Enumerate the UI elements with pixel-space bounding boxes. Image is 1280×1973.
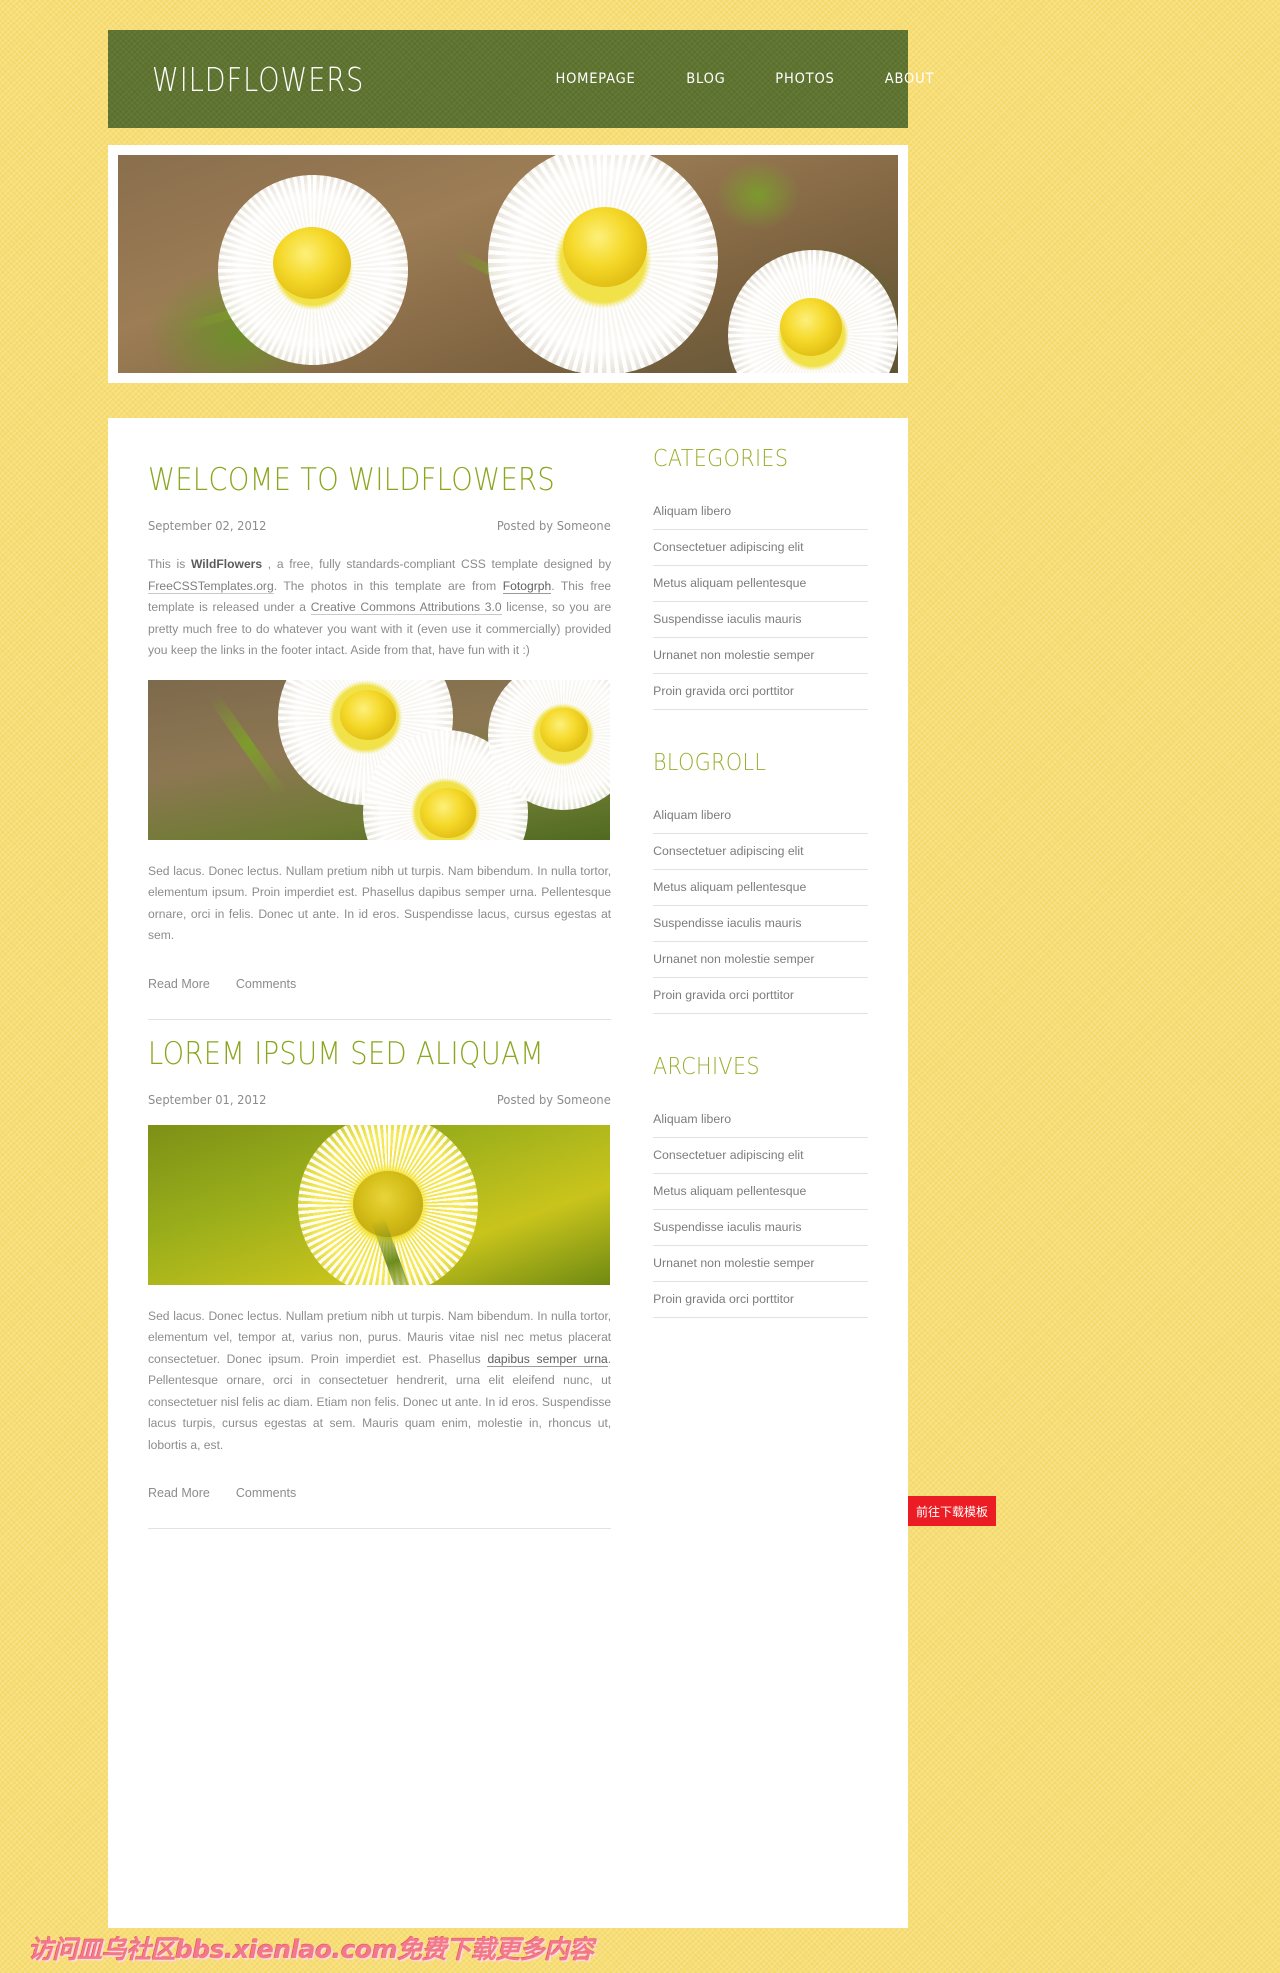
list-item: Aliquam libero [653,1102,868,1138]
comments-link[interactable]: Comments [236,1486,296,1500]
read-more-link[interactable]: Read More [148,1486,210,1500]
site-logo: WILDFLOWERS [152,59,365,99]
photo-b-flower-center [353,1170,423,1237]
sidebar-link[interactable]: Proin gravida orci porttitor [653,674,868,709]
list-item: Suspendisse iaculis mauris [653,602,868,638]
post-links: Read More Comments [148,977,611,1019]
banner-flower-left-center [273,227,351,299]
sidebar-title-blogroll: BLOGROLL [653,750,767,776]
photo-flower-right-center [540,707,588,752]
list-item: Consectetuer adipiscing elit [653,1138,868,1174]
comments-link[interactable]: Comments [236,977,296,991]
site-header: WILDFLOWERS HOMEPAGE BLOG PHOTOS ABOUT [108,30,933,128]
banner-frame [108,145,908,383]
sidebar-section-blogroll: BLOGROLL Aliquam libero Consectetuer adi… [653,750,868,1014]
intro-text-1: This is [148,557,191,571]
post-title[interactable]: LOREM IPSUM SED ALIQUAM [148,1036,556,1072]
sidebar-link[interactable]: Urnanet non molestie semper [653,638,868,673]
sidebar-title-categories: CATEGORIES [653,446,789,472]
sidebar-link[interactable]: Proin gravida orci porttitor [653,1282,868,1317]
sidebar-list-blogroll: Aliquam libero Consectetuer adipiscing e… [653,798,868,1014]
sidebar: CATEGORIES Aliquam libero Consectetuer a… [653,446,868,1529]
banner-image-daisies [118,155,898,373]
sidebar-link[interactable]: Aliquam libero [653,494,868,529]
list-item: Metus aliquam pellentesque [653,566,868,602]
sidebar-link[interactable]: Suspendisse iaculis mauris [653,906,868,941]
sidebar-list-archives: Aliquam libero Consectetuer adipiscing e… [653,1102,868,1318]
post-intro-paragraph: This is WildFlowers , a free, fully stan… [148,554,611,662]
post-title[interactable]: WELCOME TO WILDFLOWERS [148,462,556,498]
post-date: September 01, 2012 [148,1091,267,1107]
download-template-button[interactable]: 前往下载模板 [908,1496,996,1526]
link-fotogrph[interactable]: Fotogrph [502,578,552,594]
link-license[interactable]: Creative Commons Attributions 3.0 [310,600,502,615]
sidebar-link[interactable]: Urnanet non molestie semper [653,1246,868,1281]
sidebar-link[interactable]: Metus aliquam pellentesque [653,1174,868,1209]
post-photo-daisies [148,679,610,840]
post-lorem-ipsum: LOREM IPSUM SED ALIQUAM September 01, 20… [148,1036,611,1529]
sidebar-link[interactable]: Suspendisse iaculis mauris [653,1210,868,1245]
nav-item-homepage[interactable]: HOMEPAGE [536,71,656,87]
post-date: September 02, 2012 [148,518,267,533]
list-item: Urnanet non molestie semper [653,638,868,674]
list-item: Proin gravida orci porttitor [653,1282,868,1318]
banner-flower-right-center [780,298,842,356]
list-item: Consectetuer adipiscing elit [653,834,868,870]
site-watermark: 访问皿乌社区bbs.xienlao.com免费下载更多内容 [28,1935,594,1964]
post-photo-yellow-flower [148,1124,610,1285]
list-item: Aliquam libero [653,494,868,530]
intro-text-3: . The photos in this template are from [273,578,503,593]
read-more-link[interactable]: Read More [148,977,210,991]
sidebar-link[interactable]: Aliquam libero [653,1102,868,1137]
banner-flower-center-center [563,207,647,287]
list-item: Aliquam libero [653,798,868,834]
list-item: Consectetuer adipiscing elit [653,530,868,566]
content-panel: WELCOME TO WILDFLOWERS September 02, 201… [108,418,908,1928]
sidebar-link[interactable]: Consectetuer adipiscing elit [653,1138,868,1173]
list-item: Suspendisse iaculis mauris [653,1210,868,1246]
sidebar-link[interactable]: Consectetuer adipiscing elit [653,530,868,565]
post-welcome: WELCOME TO WILDFLOWERS September 02, 201… [148,462,611,1019]
sidebar-link[interactable]: Suspendisse iaculis mauris [653,602,868,637]
post-body-paragraph: Sed lacus. Donec lectus. Nullam pretium … [148,1306,611,1457]
sidebar-link[interactable]: Aliquam libero [653,798,868,833]
main-navigation: HOMEPAGE BLOG PHOTOS ABOUT [529,71,959,87]
post-links: Read More Comments [148,1486,611,1528]
sidebar-list-categories: Aliquam libero Consectetuer adipiscing e… [653,494,868,710]
post-meta: September 01, 2012 Posted by Someone [148,1092,611,1107]
list-item: Proin gravida orci porttitor [653,674,868,710]
sidebar-title-archives: ARCHIVES [653,1054,761,1080]
list-item: Suspendisse iaculis mauris [653,906,868,942]
nav-item-about[interactable]: ABOUT [865,71,954,87]
sidebar-link[interactable]: Proin gravida orci porttitor [653,978,868,1013]
intro-text-2: , a free, fully standards-compliant CSS … [262,557,612,571]
link-dapibus[interactable]: dapibus semper urna [487,1351,608,1367]
list-item: Urnanet non molestie semper [653,942,868,978]
sidebar-link[interactable]: Urnanet non molestie semper [653,942,868,977]
post-author: Posted by Someone [497,518,612,533]
posts-column: WELCOME TO WILDFLOWERS September 02, 201… [148,446,612,1529]
brand-name: WildFlowers [190,557,263,571]
post-body-paragraph: Sed lacus. Donec lectus. Nullam pretium … [148,863,612,943]
nav-item-blog[interactable]: BLOG [666,71,745,87]
post-author: Posted by Someone [497,1091,612,1107]
list-item: Proin gravida orci porttitor [653,978,868,1014]
photo-stem [208,692,288,799]
photo-flower-top-center [340,689,396,740]
list-item: Urnanet non molestie semper [653,1246,868,1282]
sidebar-section-categories: CATEGORIES Aliquam libero Consectetuer a… [653,446,868,710]
sidebar-link[interactable]: Metus aliquam pellentesque [653,870,868,905]
link-freecsstemplates[interactable]: FreeCSSTemplates.org [148,578,274,594]
nav-item-photos[interactable]: PHOTOS [755,71,854,87]
sidebar-section-archives: ARCHIVES Aliquam libero Consectetuer adi… [653,1054,868,1318]
post-divider [148,1018,612,1020]
post-divider [148,1528,612,1529]
sidebar-link[interactable]: Consectetuer adipiscing elit [653,834,868,869]
post-meta: September 02, 2012 Posted by Someone [148,518,611,533]
sidebar-link[interactable]: Metus aliquam pellentesque [653,566,868,601]
photo-flower-bottom-center [420,787,476,838]
list-item: Metus aliquam pellentesque [653,870,868,906]
list-item: Metus aliquam pellentesque [653,1174,868,1210]
